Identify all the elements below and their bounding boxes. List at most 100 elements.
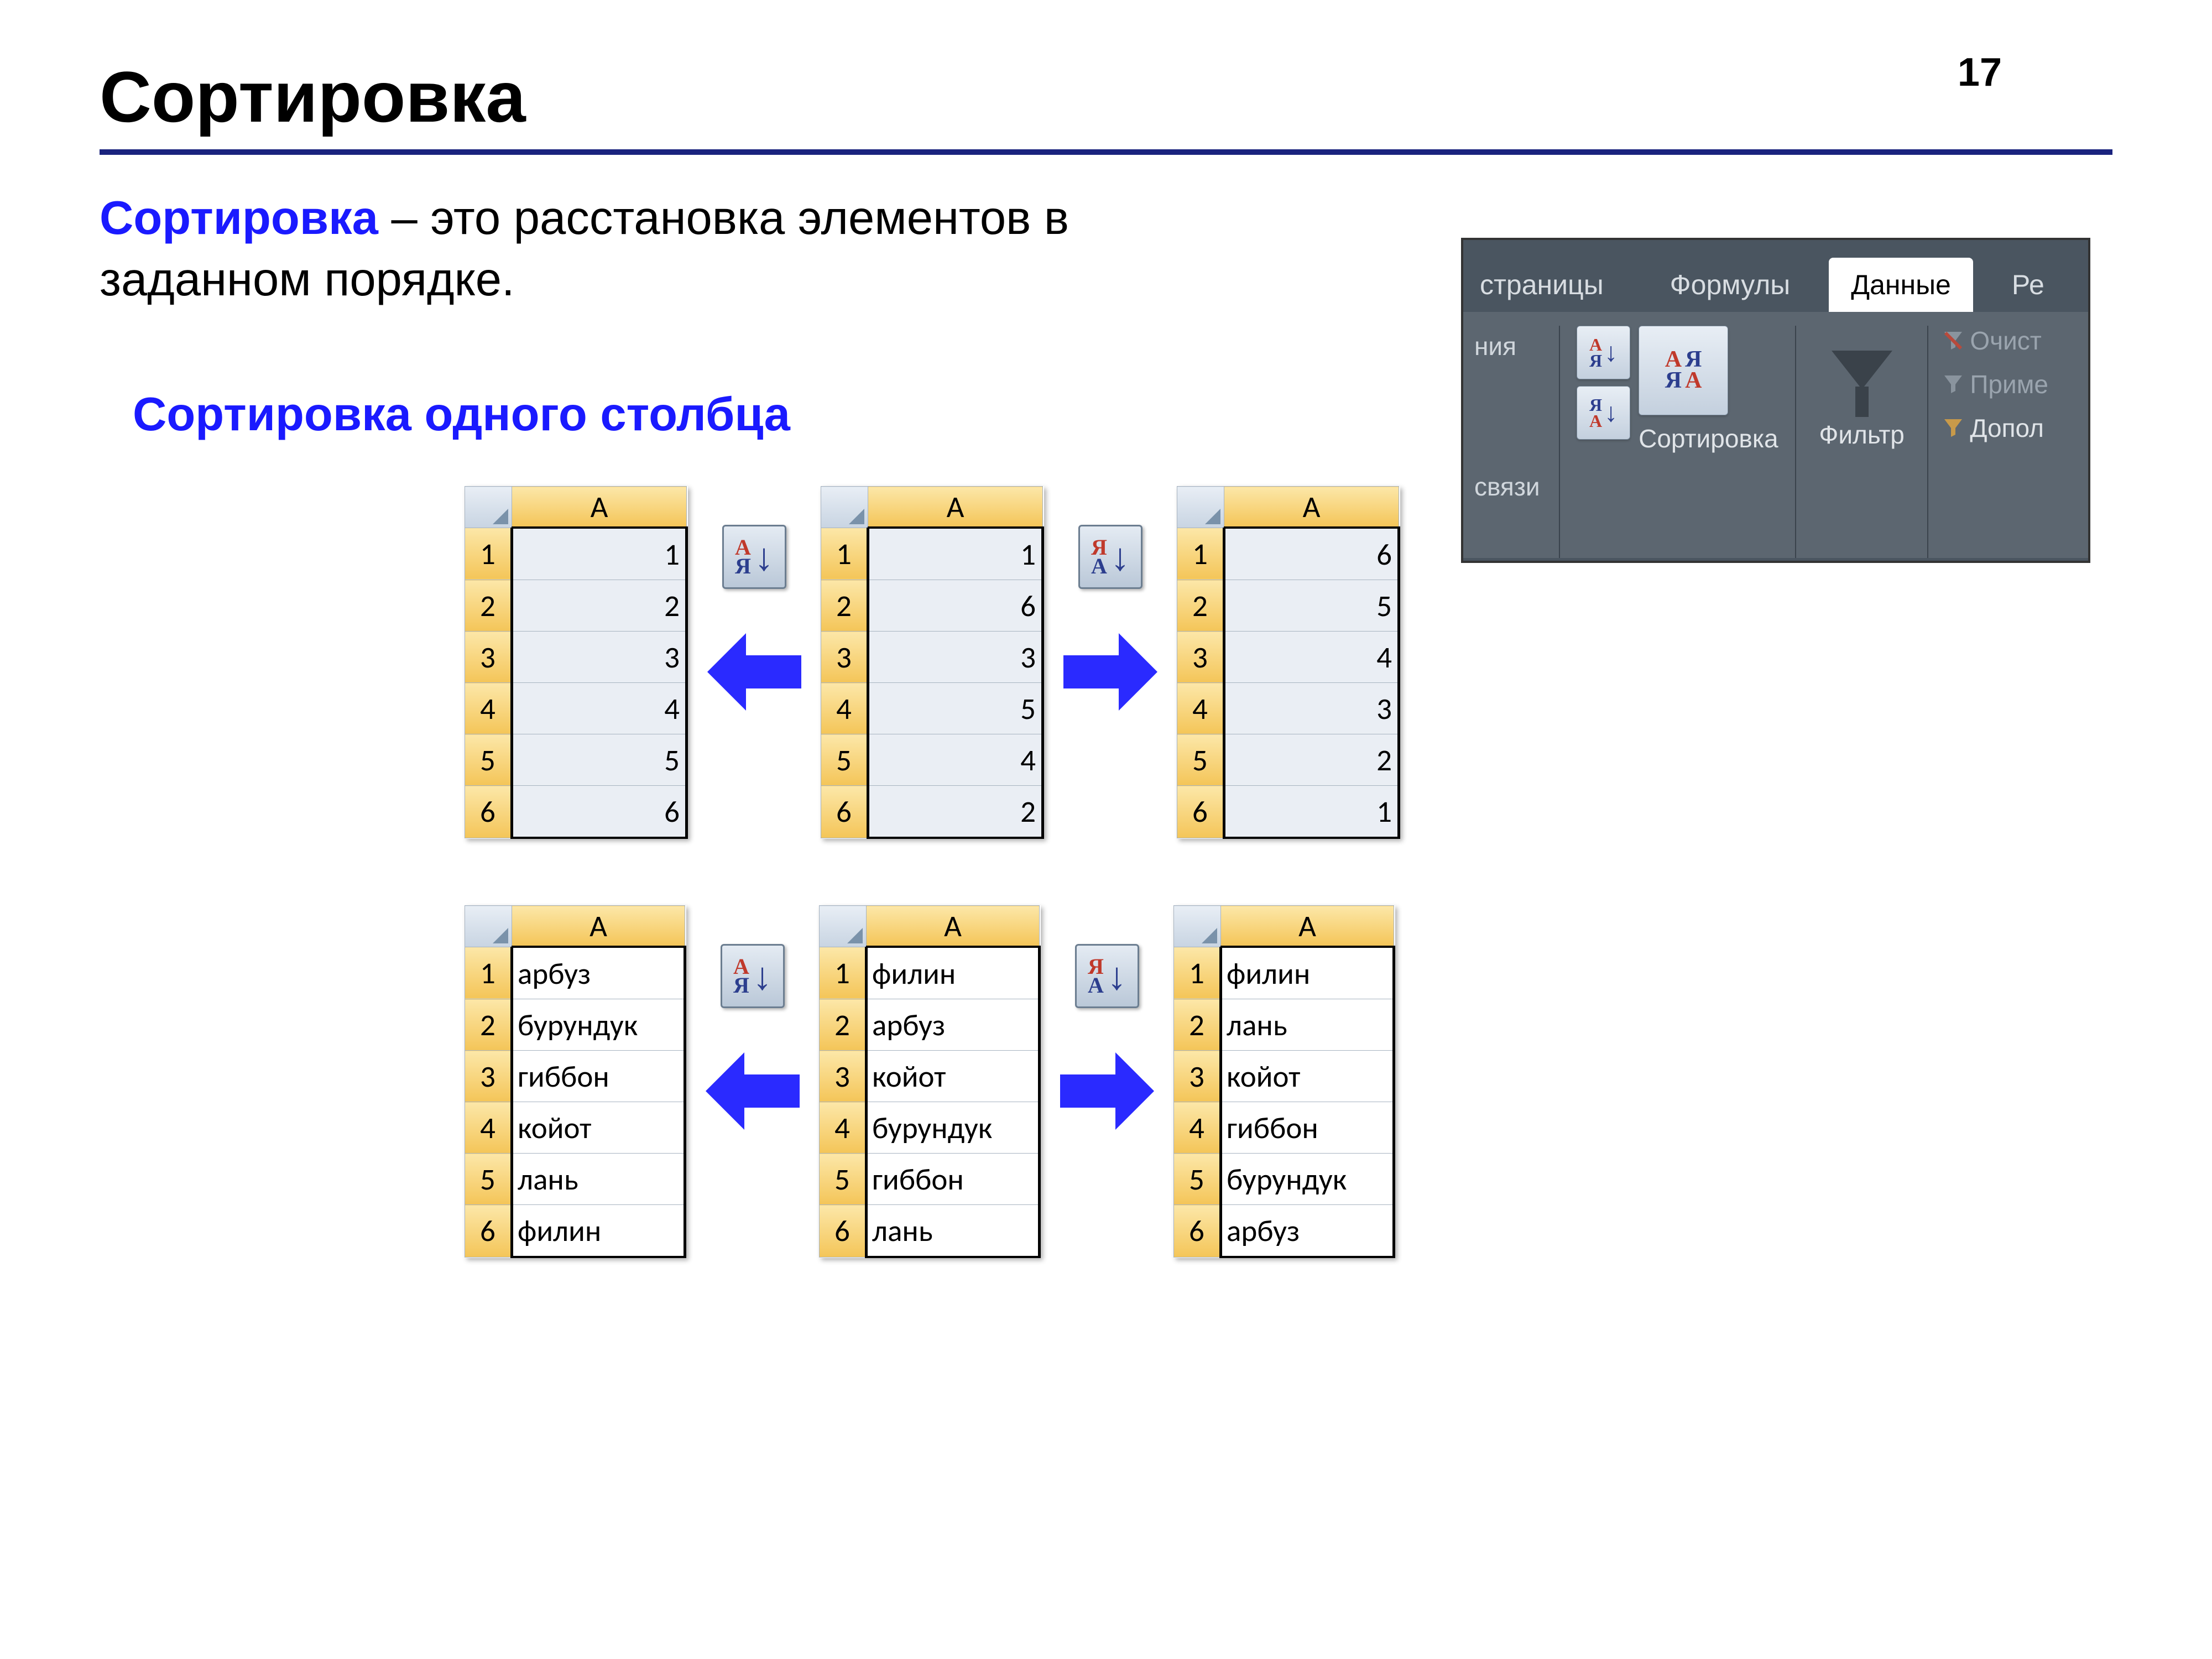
row-header[interactable]: 6	[820, 1205, 867, 1258]
col-header-a[interactable]: A	[512, 906, 685, 947]
sort-asc-button[interactable]: АЯ↓	[722, 525, 786, 589]
cell[interactable]: 1	[868, 528, 1043, 580]
row-header[interactable]: 4	[1174, 1102, 1221, 1154]
row-header[interactable]: 6	[1177, 786, 1224, 838]
sort-desc-button[interactable]: ЯА↓	[1078, 525, 1142, 589]
row-header[interactable]: 2	[821, 580, 868, 632]
cell[interactable]: 6	[1224, 528, 1399, 580]
row-header[interactable]: 5	[465, 734, 512, 786]
row-header[interactable]: 6	[465, 786, 512, 838]
cell[interactable]: гиббон	[512, 1051, 685, 1102]
row-header[interactable]: 6	[465, 1205, 512, 1258]
col-header-a[interactable]: A	[1224, 487, 1399, 528]
row-header[interactable]: 3	[820, 1051, 867, 1102]
row-header[interactable]: 3	[1177, 632, 1224, 683]
cell[interactable]: арбуз	[867, 999, 1040, 1051]
cell[interactable]: бурундук	[512, 999, 685, 1051]
cell[interactable]: 3	[512, 632, 687, 683]
ribbon-tab-data[interactable]: Данные	[1829, 258, 1973, 312]
cell[interactable]: арбуз	[512, 947, 685, 999]
row-header[interactable]: 1	[821, 528, 868, 580]
select-all-corner[interactable]	[465, 487, 512, 528]
cell[interactable]: койот	[1221, 1051, 1394, 1102]
row-header[interactable]: 4	[820, 1102, 867, 1154]
slide-title: Сортировка	[100, 55, 2112, 138]
select-all-corner[interactable]	[821, 487, 868, 528]
cell[interactable]: койот	[867, 1051, 1040, 1102]
select-all-corner[interactable]	[1177, 487, 1224, 528]
select-all-corner[interactable]	[820, 906, 867, 947]
row-header[interactable]: 5	[1177, 734, 1224, 786]
cell[interactable]: 5	[512, 734, 687, 786]
cell[interactable]: 3	[868, 632, 1043, 683]
filter-advanced-button[interactable]: Допол	[1942, 413, 2044, 443]
cell[interactable]: 5	[1224, 580, 1399, 632]
row-header[interactable]: 5	[820, 1154, 867, 1205]
row-header[interactable]: 1	[465, 528, 512, 580]
row-header[interactable]: 3	[465, 632, 512, 683]
cell[interactable]: филин	[867, 947, 1040, 999]
ribbon-tab-review[interactable]: Ре	[1984, 258, 2044, 312]
sort-asc-button[interactable]: АЯ↓	[1577, 326, 1630, 379]
col-header-a[interactable]: A	[867, 906, 1040, 947]
filter-clear-button[interactable]: Очист	[1942, 326, 2042, 356]
row-header[interactable]: 4	[1177, 683, 1224, 734]
row-header[interactable]: 6	[821, 786, 868, 838]
cell[interactable]: 2	[1224, 734, 1399, 786]
cell[interactable]: лань	[512, 1154, 685, 1205]
cell[interactable]: 2	[512, 580, 687, 632]
cell[interactable]: 5	[868, 683, 1043, 734]
cell[interactable]: 6	[868, 580, 1043, 632]
row-header[interactable]: 1	[820, 947, 867, 999]
cell[interactable]: 6	[512, 786, 687, 838]
sort-dialog-button[interactable]: АЯЯА	[1639, 326, 1728, 415]
row-header[interactable]: 4	[821, 683, 868, 734]
sort-desc-button[interactable]: ЯА↓	[1075, 944, 1139, 1008]
cell[interactable]: 4	[512, 683, 687, 734]
cell[interactable]: койот	[512, 1102, 685, 1154]
cell[interactable]: бурундук	[1221, 1154, 1394, 1205]
row-header[interactable]: 5	[1174, 1154, 1221, 1205]
cell[interactable]: лань	[867, 1205, 1040, 1258]
row-header[interactable]: 4	[465, 683, 512, 734]
row-header[interactable]: 6	[1174, 1205, 1221, 1258]
col-header-a[interactable]: A	[868, 487, 1043, 528]
row-header[interactable]: 2	[1177, 580, 1224, 632]
row-header[interactable]: 3	[1174, 1051, 1221, 1102]
row-header[interactable]: 2	[1174, 999, 1221, 1051]
row-header[interactable]: 3	[465, 1051, 512, 1102]
filter-reapply-button[interactable]: Приме	[1942, 369, 2048, 399]
sort-desc-button[interactable]: ЯА↓	[1577, 386, 1630, 440]
row-header[interactable]: 1	[465, 947, 512, 999]
cell[interactable]: гиббон	[867, 1154, 1040, 1205]
cell[interactable]: 3	[1224, 683, 1399, 734]
row-header[interactable]: 5	[821, 734, 868, 786]
cell[interactable]: бурундук	[867, 1102, 1040, 1154]
cell[interactable]: 1	[512, 528, 687, 580]
cell[interactable]: филин	[1221, 947, 1394, 999]
filter-button[interactable]	[1818, 326, 1906, 414]
cell[interactable]: 2	[868, 786, 1043, 838]
cell[interactable]: филин	[512, 1205, 685, 1258]
row-header[interactable]: 2	[465, 999, 512, 1051]
cell[interactable]: 4	[868, 734, 1043, 786]
row-header[interactable]: 5	[465, 1154, 512, 1205]
select-all-corner[interactable]	[465, 906, 512, 947]
row-header[interactable]: 4	[465, 1102, 512, 1154]
sort-asc-button[interactable]: АЯ↓	[721, 944, 785, 1008]
cell[interactable]: лань	[1221, 999, 1394, 1051]
row-header[interactable]: 3	[821, 632, 868, 683]
cell[interactable]: 4	[1224, 632, 1399, 683]
col-header-a[interactable]: A	[1221, 906, 1394, 947]
row-header[interactable]: 1	[1177, 528, 1224, 580]
row-header[interactable]: 2	[465, 580, 512, 632]
col-header-a[interactable]: A	[512, 487, 687, 528]
cell[interactable]: 1	[1224, 786, 1399, 838]
cell[interactable]: гиббон	[1221, 1102, 1394, 1154]
ribbon-tab-formulas[interactable]: Формулы	[1642, 258, 1818, 312]
cell[interactable]: арбуз	[1221, 1205, 1394, 1258]
ribbon-tab-pagelayout[interactable]: страницы	[1480, 258, 1631, 312]
row-header[interactable]: 2	[820, 999, 867, 1051]
row-header[interactable]: 1	[1174, 947, 1221, 999]
select-all-corner[interactable]	[1174, 906, 1221, 947]
